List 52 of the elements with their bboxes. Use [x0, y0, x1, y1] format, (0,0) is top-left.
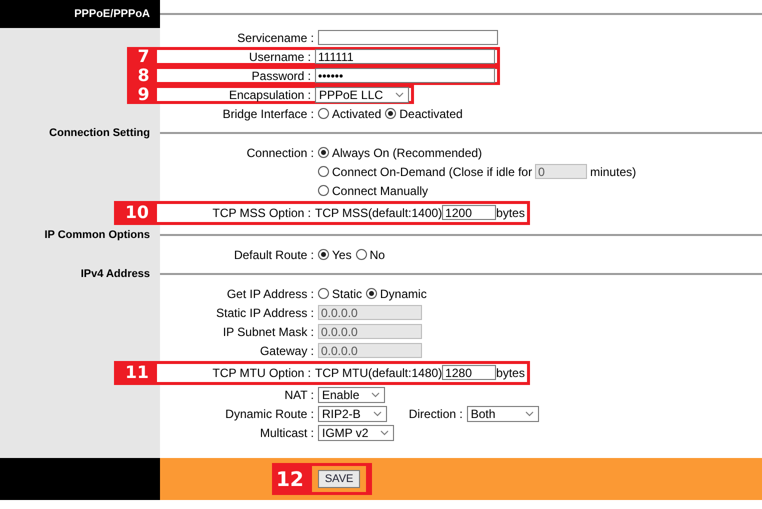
dropdown[interactable]: PPPoE LLC: [315, 86, 410, 102]
step-number: 7: [130, 50, 157, 63]
option-label: Always On (Recommended): [332, 146, 482, 160]
field-label: Default Route :: [232, 248, 315, 262]
field-hint: TCP MSS(default:1400): [315, 206, 442, 220]
section-title: IPv4 Address: [80, 268, 150, 280]
field-label: NAT :: [283, 388, 315, 402]
field-hint: TCP MTU(default:1480): [315, 366, 442, 380]
field-label: Gateway :: [258, 344, 315, 358]
step-number: 8: [130, 69, 157, 82]
unit-label: bytes: [496, 366, 525, 380]
section-title: Connection Setting: [49, 127, 150, 139]
step-number: 12: [276, 467, 304, 491]
option-label: Connect Manually: [332, 184, 428, 198]
dropdown[interactable]: Enable: [318, 386, 386, 402]
dropdown[interactable]: Both: [466, 406, 540, 422]
field-label: Username :: [248, 50, 312, 64]
save-button[interactable]: SAVE: [318, 470, 360, 488]
field-label: TCP MTU Option :: [212, 366, 312, 380]
field-label: Direction :: [408, 406, 463, 420]
text-input[interactable]: 111111: [315, 49, 495, 64]
step-number: 9: [130, 88, 157, 101]
page-title: PPPoE/PPPoA: [74, 8, 150, 20]
text-input[interactable]: 1200: [442, 205, 496, 220]
field-label: Password :: [250, 68, 312, 82]
field-label: Servicename :: [236, 30, 315, 44]
field-label: Static IP Address :: [215, 306, 315, 320]
option-label: minutes): [590, 164, 636, 178]
text-input[interactable]: 1280: [442, 365, 496, 380]
step-number: 10: [117, 204, 157, 222]
option-label: Connect On-Demand (Close if idle for: [332, 164, 532, 178]
option-label: No: [370, 248, 385, 262]
dropdown[interactable]: RIP2-B: [318, 406, 387, 422]
section-title: IP Common Options: [44, 229, 150, 241]
step-number: 11: [117, 364, 157, 382]
unit-label: bytes: [496, 206, 525, 220]
option-label: Dynamic: [380, 286, 427, 300]
field-label: Dynamic Route :: [224, 406, 315, 420]
option-label: Static: [332, 286, 362, 300]
field-label: Bridge Interface :: [222, 106, 315, 120]
field-label: TCP MSS Option :: [212, 206, 312, 220]
field-label: IP Subnet Mask :: [222, 324, 315, 338]
minutes-input[interactable]: 0: [535, 164, 588, 179]
field-label: Encapsulation :: [228, 88, 312, 102]
option-label: Activated: [332, 106, 382, 120]
field-label: Connection :: [246, 146, 315, 160]
field-label: Get IP Address :: [226, 286, 315, 300]
dropdown[interactable]: IGMP v2: [318, 424, 394, 440]
text-input[interactable]: ••••••: [315, 68, 495, 83]
option-label: Yes: [332, 248, 352, 262]
field-label: Multicast :: [258, 426, 315, 440]
option-label: Deactivated: [399, 106, 463, 120]
